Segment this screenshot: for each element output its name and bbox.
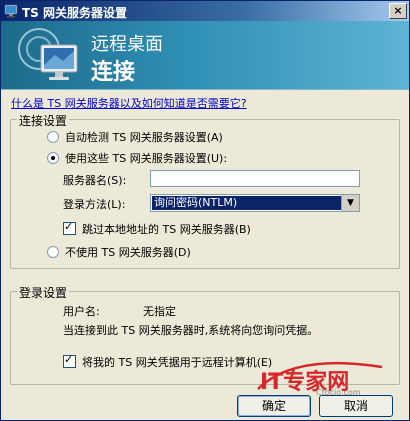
watermark-logo: IT专家网 Ctocio.com <box>254 359 386 399</box>
logon-method-label: 登录方法(L): <box>63 198 126 211</box>
use-credentials-option[interactable]: 将我的 TS 网关凭据用于远程计算机(E) <box>63 353 273 370</box>
help-link[interactable]: 什么是 TS 网关服务器以及如何知道是否需要它? <box>11 95 247 111</box>
use-these-option[interactable]: 使用这些 TS 网关服务器设置(U): <box>47 150 227 166</box>
close-button[interactable]: × <box>389 3 407 19</box>
auto-detect-option[interactable]: 自动检测 TS 网关服务器设置(A) <box>47 129 223 145</box>
banner-subtitle: 远程桌面 <box>91 34 163 55</box>
use-these-radio[interactable] <box>47 152 59 164</box>
use-credentials-label: 将我的 TS 网关凭据用于远程计算机(E) <box>82 356 273 369</box>
monitor-icon <box>18 28 78 80</box>
use-these-label: 使用这些 TS 网关服务器设置(U): <box>65 152 228 165</box>
credentials-info-text: 当连接到此 TS 网关服务器时,系统将向您询问凭据。 <box>63 324 319 337</box>
use-credentials-checkbox[interactable] <box>63 353 76 368</box>
connection-settings-title: 连接设置 <box>17 112 70 129</box>
server-name-label: 服务器名(S): <box>63 174 127 187</box>
window-title: TS 网关服务器设置 <box>22 6 128 20</box>
ok-button[interactable]: 确定 <box>237 395 311 417</box>
dialog-window: TS 网关服务器设置 × 远程桌面 连接 什么是 TS 网关服务器以及如何知道是… <box>0 0 410 421</box>
auto-detect-radio[interactable] <box>47 131 59 143</box>
username-value: 无指定 <box>143 305 176 318</box>
auto-detect-label: 自动检测 TS 网关服务器设置(A) <box>65 131 223 144</box>
do-not-use-label: 不使用 TS 网关服务器(D) <box>65 246 191 259</box>
cancel-button[interactable]: 取消 <box>319 395 393 417</box>
do-not-use-option[interactable]: 不使用 TS 网关服务器(D) <box>47 244 191 260</box>
logon-method-value: 询问密码(NTLM) <box>152 196 341 210</box>
title-bar[interactable]: TS 网关服务器设置 × <box>1 1 409 21</box>
connection-settings-group: 连接设置 自动检测 TS 网关服务器设置(A) 使用这些 TS 网关服务器设置(… <box>10 112 400 269</box>
logon-method-select[interactable]: 询问密码(NTLM) ▼ <box>150 194 360 212</box>
banner-title: 连接 <box>91 60 136 85</box>
username-label: 用户名: <box>63 305 100 318</box>
bypass-local-option[interactable]: 跳过本地地址的 TS 网关服务器(B) <box>63 220 251 237</box>
bypass-local-label: 跳过本地地址的 TS 网关服务器(B) <box>82 223 251 236</box>
header-banner: 远程桌面 连接 <box>1 21 409 90</box>
close-icon: × <box>393 4 403 17</box>
dropdown-arrow-icon[interactable]: ▼ <box>341 195 359 211</box>
remote-desktop-icon <box>4 4 18 18</box>
bypass-local-checkbox[interactable] <box>63 220 76 235</box>
do-not-use-radio[interactable] <box>47 246 59 258</box>
server-name-input[interactable] <box>150 170 360 187</box>
logon-settings-title: 登录设置 <box>17 284 70 301</box>
